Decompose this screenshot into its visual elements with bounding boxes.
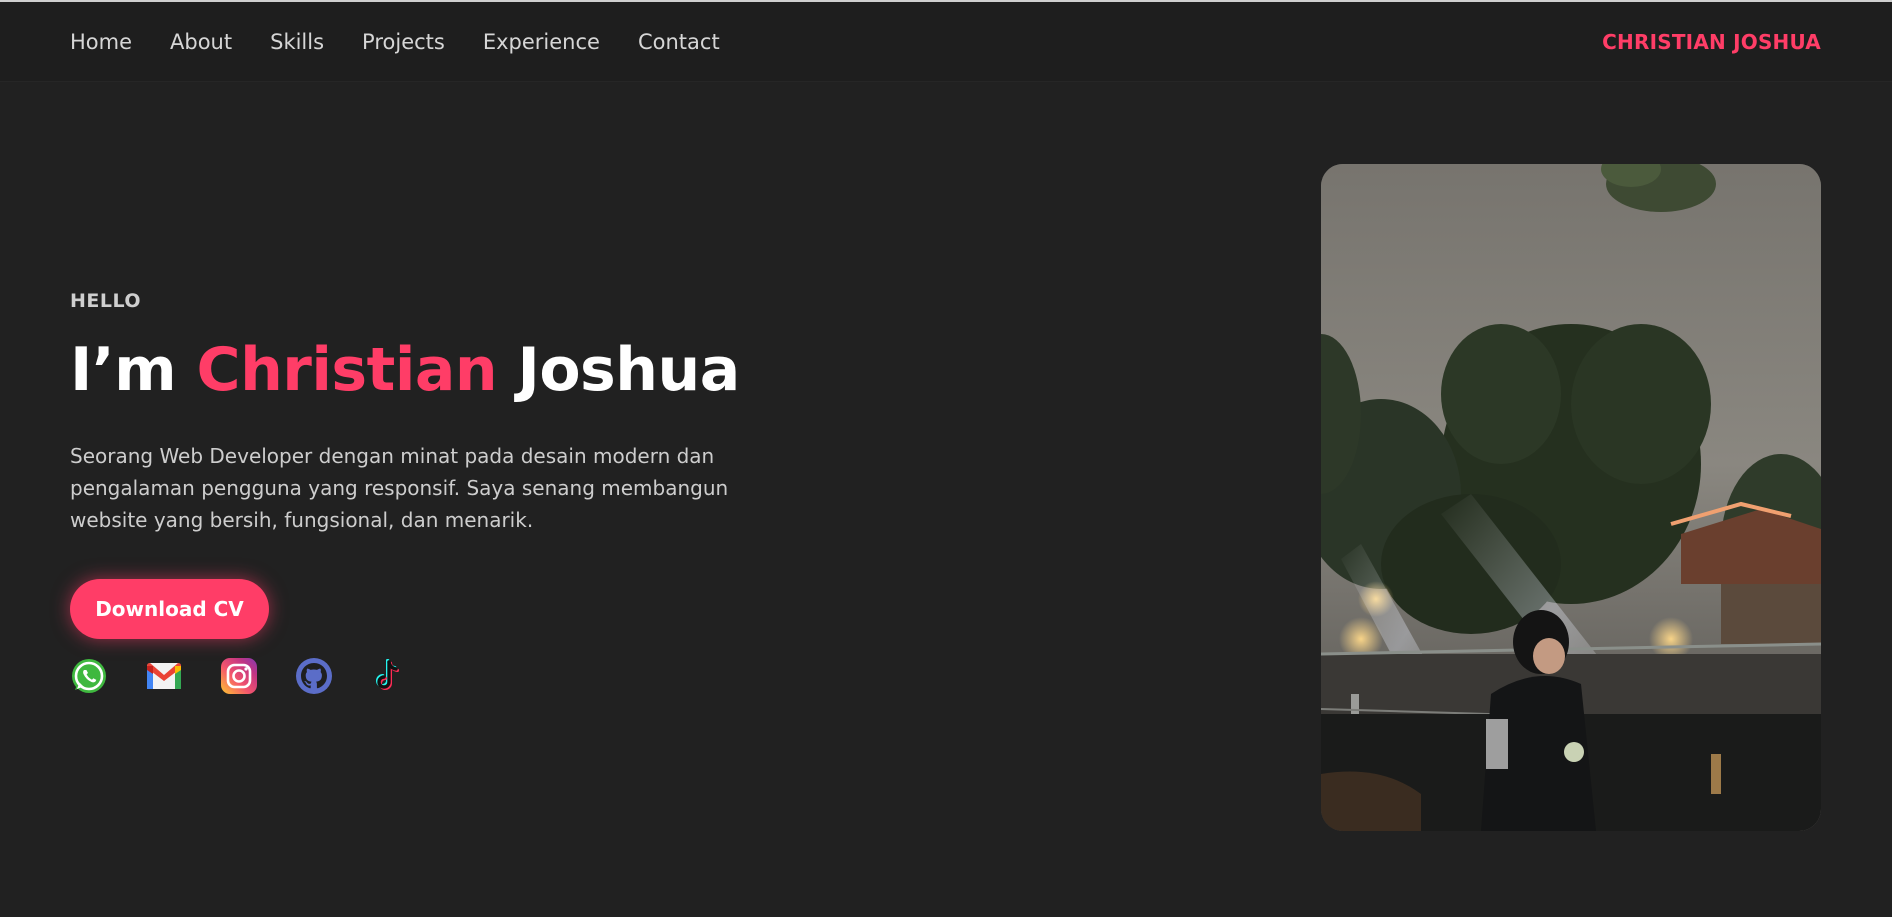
nav-link-about[interactable]: About — [170, 30, 232, 54]
nav-menu: Home About Skills Projects Experience Co… — [70, 2, 758, 82]
instagram-icon — [221, 658, 257, 694]
night-park-photo — [1321, 164, 1821, 831]
gmail-link[interactable] — [145, 657, 183, 695]
hero-greeting: HELLO — [70, 290, 142, 312]
nav-link-home[interactable]: Home — [70, 30, 132, 54]
headline-suffix: Joshua — [517, 335, 741, 405]
whatsapp-icon — [72, 659, 106, 693]
hero-section: HELLO I’m Christian Joshua Seorang Web D… — [70, 290, 790, 536]
whatsapp-link[interactable] — [70, 657, 108, 695]
navbar: Home About Skills Projects Experience Co… — [0, 2, 1892, 82]
social-links — [70, 657, 445, 695]
github-icon — [296, 658, 332, 694]
hero-headline: I’m Christian Joshua — [70, 334, 790, 406]
brand-logo[interactable]: CHRISTIAN JOSHUA — [1602, 2, 1821, 82]
nav-link-contact[interactable]: Contact — [638, 30, 720, 54]
tiktok-link[interactable] — [370, 657, 408, 695]
instagram-link[interactable] — [220, 657, 258, 695]
headline-highlight: Christian — [196, 335, 498, 405]
tiktok-icon — [376, 659, 399, 690]
nav-link-projects[interactable]: Projects — [362, 30, 445, 54]
gmail-icon — [147, 663, 181, 689]
download-cv-button[interactable]: Download CV — [70, 579, 269, 639]
profile-photo — [1321, 164, 1821, 831]
github-link[interactable] — [295, 657, 333, 695]
headline-prefix: I’m — [70, 335, 177, 405]
nav-link-experience[interactable]: Experience — [483, 30, 600, 54]
hero-description: Seorang Web Developer dengan minat pada … — [70, 444, 729, 532]
nav-link-skills[interactable]: Skills — [270, 30, 324, 54]
